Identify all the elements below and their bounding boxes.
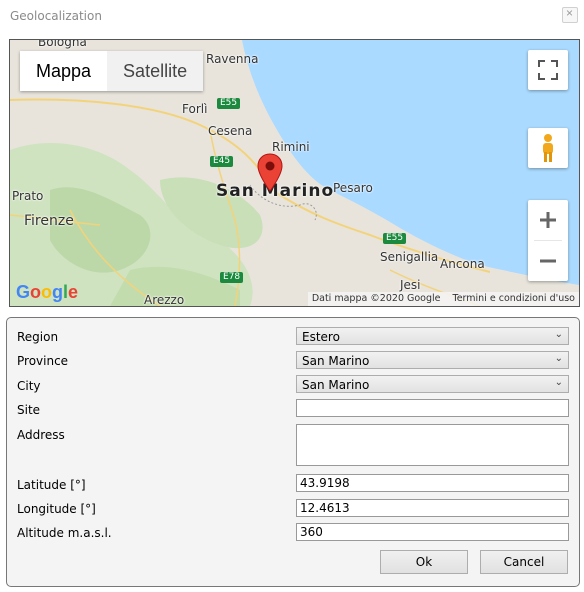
region-select[interactable]: Estero ⌄ (296, 327, 569, 345)
place-label-forli: Forlì (182, 102, 208, 116)
map-type-satellite-button[interactable]: Satellite (107, 51, 204, 91)
fullscreen-button[interactable] (528, 50, 568, 90)
address-textarea[interactable] (296, 424, 569, 466)
plus-icon (540, 212, 556, 228)
minus-icon (540, 259, 556, 263)
pegman-icon (543, 134, 553, 162)
place-label-cesena: Cesena (208, 124, 253, 138)
place-label-jesi: Jesi (400, 278, 421, 292)
terms-link[interactable]: Termini e condizioni d'uso (453, 292, 575, 306)
zoom-in-button[interactable] (528, 200, 568, 240)
place-label-senigallia: Senigallia (380, 250, 439, 264)
road-badge-e55: E55 (217, 98, 241, 109)
map-attribution: Dati mappa ©2020 Google Termini e condiz… (307, 292, 579, 306)
chevron-down-icon: ⌄ (554, 329, 563, 340)
city-label: City (17, 379, 41, 393)
title-bar: Geolocalization (0, 0, 584, 32)
map-view[interactable]: Mappa Satellite Bologna Ravenna Forlì Ce… (9, 39, 580, 307)
longitude-input[interactable]: 12.4613 (296, 499, 569, 517)
latitude-label: Latitude [°] (17, 478, 86, 492)
address-label: Address (17, 428, 65, 442)
fullscreen-icon (538, 60, 558, 80)
region-value: Estero (302, 330, 340, 344)
street-view-button[interactable] (528, 128, 568, 168)
altitude-input[interactable]: 360 (296, 523, 569, 541)
place-label-ravenna: Ravenna (206, 52, 259, 66)
zoom-out-button[interactable] (528, 241, 568, 281)
google-logo: Google (16, 282, 79, 302)
chevron-down-icon: ⌄ (554, 353, 563, 364)
cancel-button[interactable]: Cancel (480, 550, 568, 574)
road-badge-e78: E78 (220, 272, 244, 283)
site-label: Site (17, 403, 41, 417)
place-label-bologna: Bologna (38, 39, 87, 49)
latitude-input[interactable]: 43.9198 (296, 474, 569, 492)
road-badge-e55-south: E55 (383, 233, 407, 244)
map-type-control: Mappa Satellite (20, 51, 204, 91)
province-label: Province (17, 354, 69, 368)
road-badge-e45: E45 (210, 156, 234, 167)
location-marker-icon[interactable] (257, 153, 283, 193)
altitude-label: Altitude m.a.s.l. (17, 526, 112, 540)
zoom-control (528, 200, 568, 281)
province-select[interactable]: San Marino ⌄ (296, 351, 569, 369)
place-label-arezzo: Arezzo (144, 293, 185, 307)
location-form: Region Estero ⌄ Province San Marino ⌄ Ci… (6, 317, 580, 587)
place-label-firenze: Firenze (24, 213, 74, 229)
province-value: San Marino (302, 354, 370, 368)
chevron-down-icon: ⌄ (554, 377, 563, 388)
city-value: San Marino (302, 378, 370, 392)
place-label-pesaro: Pesaro (333, 181, 373, 195)
site-input[interactable] (296, 399, 569, 417)
region-label: Region (17, 330, 59, 344)
place-label-ancona: Ancona (440, 257, 485, 271)
close-icon[interactable] (562, 6, 578, 23)
ok-button[interactable]: Ok (380, 550, 468, 574)
place-label-prato: Prato (12, 189, 44, 203)
city-select[interactable]: San Marino ⌄ (296, 375, 569, 393)
window-title: Geolocalization (10, 9, 102, 23)
map-type-map-button[interactable]: Mappa (20, 51, 108, 91)
place-label-rimini: Rimini (272, 140, 310, 154)
longitude-label: Longitude [°] (17, 502, 96, 516)
map-data-credit: Dati mappa ©2020 Google (311, 293, 441, 304)
